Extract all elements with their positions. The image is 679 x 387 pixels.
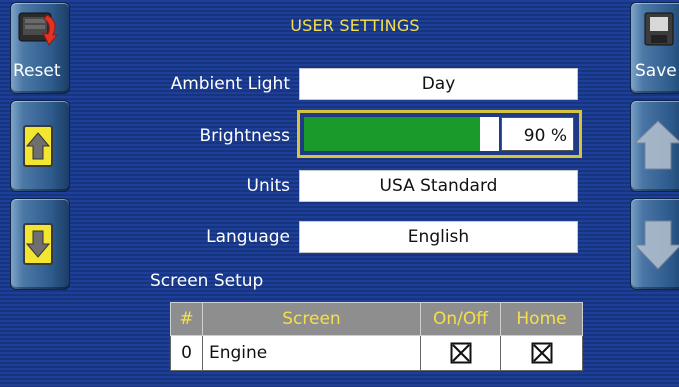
arrow-up-icon bbox=[23, 125, 53, 167]
brightness-value: 90 % bbox=[501, 117, 574, 151]
home-checkbox[interactable] bbox=[500, 335, 583, 371]
user-settings-screen: Reset Save USER SETTINGS Ambient Light D… bbox=[0, 0, 679, 387]
right-up-button[interactable] bbox=[630, 100, 679, 192]
right-down-button[interactable] bbox=[630, 198, 679, 290]
checked-box-icon bbox=[450, 342, 471, 364]
checked-box-icon bbox=[531, 342, 552, 364]
reset-button[interactable]: Reset bbox=[10, 2, 70, 94]
arrow-down-icon bbox=[23, 223, 53, 265]
header-num: # bbox=[170, 302, 203, 336]
save-icon bbox=[644, 12, 674, 46]
save-label: Save bbox=[635, 61, 677, 81]
brightness-fill bbox=[304, 117, 480, 151]
units-field[interactable]: USA Standard bbox=[299, 170, 578, 202]
save-button[interactable]: Save bbox=[630, 2, 679, 94]
arrow-down-icon bbox=[633, 220, 679, 270]
left-up-button[interactable] bbox=[10, 100, 70, 192]
brightness-slider[interactable] bbox=[304, 117, 499, 151]
arrow-up-icon bbox=[633, 120, 679, 170]
screen-setup-table: # Screen On/Off Home 0 Engine bbox=[170, 302, 583, 371]
language-field[interactable]: English bbox=[299, 221, 578, 253]
left-down-button[interactable] bbox=[10, 198, 70, 290]
ambient-light-label: Ambient Light bbox=[170, 74, 290, 94]
screen-setup-label: Screen Setup bbox=[150, 271, 264, 291]
brightness-control[interactable]: 90 % bbox=[297, 110, 582, 158]
language-label: Language bbox=[206, 227, 290, 247]
header-screen: Screen bbox=[202, 302, 421, 336]
reset-label: Reset bbox=[13, 61, 61, 81]
brightness-label: Brightness bbox=[199, 126, 290, 146]
units-label: Units bbox=[246, 176, 290, 196]
row-num: 0 bbox=[170, 335, 203, 371]
header-on-off: On/Off bbox=[420, 302, 501, 336]
row-screen-name: Engine bbox=[202, 335, 421, 371]
table-row[interactable]: 0 Engine bbox=[170, 335, 583, 371]
ambient-light-field[interactable]: Day bbox=[299, 68, 578, 100]
page-title: USER SETTINGS bbox=[290, 16, 420, 35]
reset-icon bbox=[18, 12, 59, 46]
header-home: Home bbox=[500, 302, 583, 336]
on-off-checkbox[interactable] bbox=[420, 335, 501, 371]
